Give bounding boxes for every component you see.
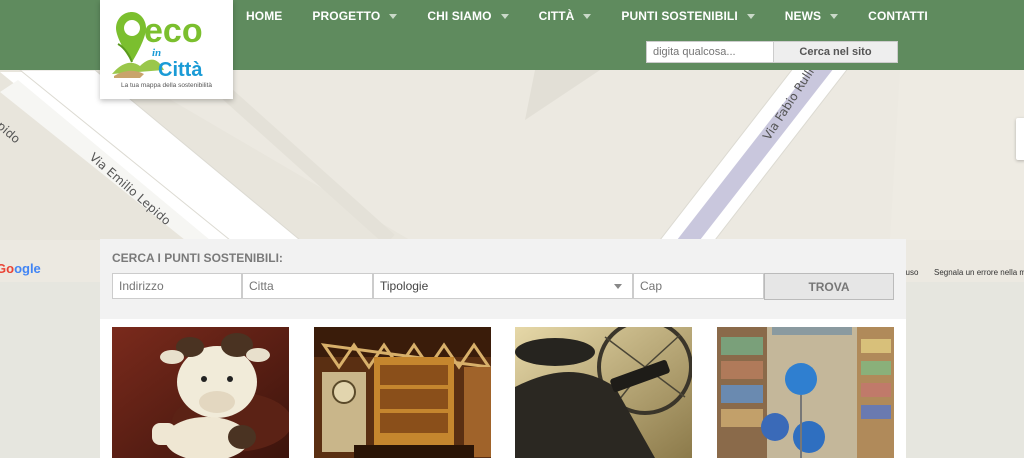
nav-item-label: CONTATTI: [868, 9, 928, 23]
map-zoom-control[interactable]: [1016, 118, 1024, 160]
logo-tagline: La tua mappa della sostenibilità: [120, 82, 213, 89]
logo-in-text: in: [152, 47, 161, 59]
nav-item-chi-siamo[interactable]: CHI SIAMO: [427, 9, 509, 23]
nav-item-label: NEWS: [784, 9, 822, 23]
eco-in-citta-logo: eco in Città: [112, 12, 203, 81]
point-card-image[interactable]: [112, 327, 289, 458]
trova-button[interactable]: TROVA: [764, 273, 894, 300]
point-card-image[interactable]: [314, 327, 491, 458]
logo-citta-text: Città: [158, 59, 203, 81]
bicycle-pedal-photo: [515, 327, 692, 458]
nav-item-label: PROGETTO: [312, 9, 381, 23]
main-nav: HOME PROGETTO CHI SIAMO CITTÀ PUNTI SOST…: [246, 0, 958, 32]
point-card-image[interactable]: [717, 327, 894, 458]
site-search-input[interactable]: [646, 41, 774, 63]
cap-input[interactable]: [633, 273, 764, 299]
chevron-down-icon: [830, 13, 839, 19]
nav-item-progetto[interactable]: PROGETTO: [312, 9, 398, 23]
plush-cow-toy-photo: [112, 327, 289, 458]
type-select-value: Tipologie: [380, 279, 429, 293]
nav-item-home[interactable]: HOME: [246, 9, 282, 23]
points-grid: [100, 319, 906, 458]
nav-item-news[interactable]: NEWS: [784, 9, 839, 23]
nav-item-contatti[interactable]: CONTATTI: [868, 9, 928, 23]
beer-shop-interior-photo: [314, 327, 491, 458]
points-search-panel: CERCA I PUNTI SOSTENIBILI: Tipologie TRO…: [100, 239, 906, 319]
google-logo: Google: [0, 261, 41, 276]
chevron-down-icon: [746, 13, 755, 19]
map-report-error-link[interactable]: Segnala un errore nella mappa: [934, 268, 1024, 277]
site-logo[interactable]: eco in Città La tua mappa della sostenib…: [100, 0, 233, 99]
site-search-button[interactable]: Cerca nel sito: [774, 41, 898, 63]
chevron-down-icon: [614, 284, 622, 289]
chevron-down-icon: [500, 13, 509, 19]
nav-item-label: CITTÀ: [538, 9, 575, 23]
nav-item-label: PUNTI SOSTENIBILI: [621, 9, 738, 23]
nav-item-label: CHI SIAMO: [427, 9, 492, 23]
nav-item-punti-sostenibili[interactable]: PUNTI SOSTENIBILI: [621, 9, 755, 23]
site-search: Cerca nel sito: [646, 41, 898, 63]
chevron-down-icon: [583, 13, 592, 19]
panel-title: CERCA I PUNTI SOSTENIBILI:: [112, 251, 283, 265]
type-select[interactable]: Tipologie: [373, 273, 633, 299]
city-input[interactable]: [242, 273, 373, 299]
bookshop-globes-photo: [717, 327, 894, 458]
chevron-down-icon: [389, 13, 398, 19]
address-input[interactable]: [112, 273, 242, 299]
point-card-image[interactable]: [515, 327, 692, 458]
nav-item-citta[interactable]: CITTÀ: [539, 9, 592, 23]
nav-item-label: HOME: [246, 9, 283, 23]
logo-eco-text: eco: [144, 12, 203, 50]
